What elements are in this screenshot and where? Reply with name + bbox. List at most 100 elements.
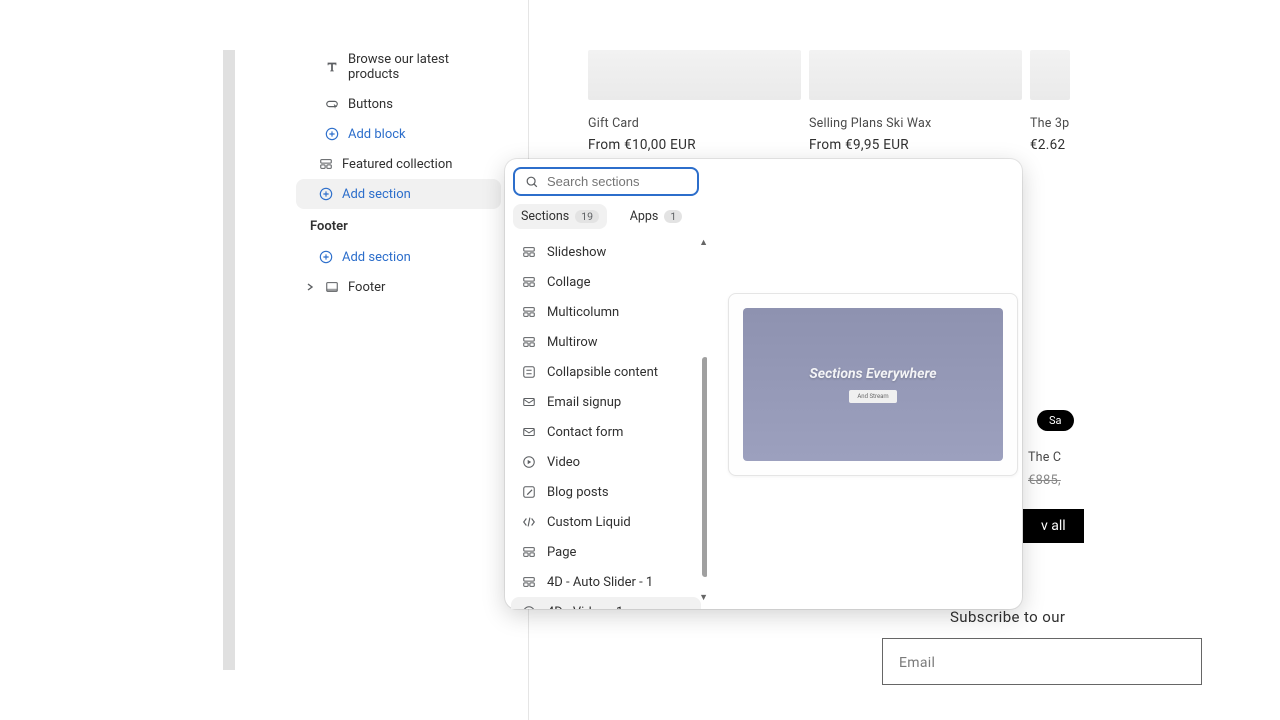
- tab-label: Apps: [630, 209, 659, 224]
- section-item-label: Custom Liquid: [547, 515, 631, 530]
- section-item-label: 4D - Video - 1: [547, 605, 623, 610]
- subscribe-heading: Subscribe to our: [950, 608, 1065, 626]
- section-item[interactable]: Collage: [511, 267, 701, 297]
- layout-icon: [521, 334, 537, 350]
- section-item[interactable]: 4D - Video - 1: [511, 597, 701, 609]
- product-title: Selling Plans Ski Wax: [809, 116, 1022, 131]
- section-item-label: Multicolumn: [547, 305, 619, 320]
- sidebar-label: Featured collection: [342, 157, 452, 172]
- section-item-label: Contact form: [547, 425, 623, 440]
- section-item[interactable]: Video: [511, 447, 701, 477]
- sale-badge: Sa: [1037, 410, 1074, 431]
- play-icon: [521, 604, 537, 609]
- popup-left-panel: Sections 19 Apps 1 ▲ Slideshow Collage Mul…: [505, 159, 708, 609]
- search-box[interactable]: [513, 167, 699, 196]
- product-card-row: Gift Card From €10,00 EUR Selling Plans …: [588, 50, 1070, 153]
- sidebar-item-buttons[interactable]: Buttons: [296, 89, 501, 119]
- section-list: ▲ Slideshow Collage Multicolumn Multirow Col…: [505, 237, 707, 609]
- section-item[interactable]: Email signup: [511, 387, 701, 417]
- footer-icon: [324, 279, 340, 295]
- search-icon: [525, 175, 539, 189]
- plus-circle-icon: [318, 186, 334, 202]
- product-title: The 3p: [1030, 116, 1070, 131]
- popup-tabs: Sections 19 Apps 1: [505, 204, 707, 237]
- tab-count: 19: [575, 210, 599, 223]
- section-item-label: Video: [547, 455, 580, 470]
- product-card[interactable]: Gift Card From €10,00 EUR: [588, 50, 801, 153]
- sidebar-item-browse[interactable]: Browse our latest products: [296, 45, 501, 89]
- layout-icon: [521, 274, 537, 290]
- sidebar-label: Buttons: [348, 97, 393, 112]
- section-item[interactable]: Page: [511, 537, 701, 567]
- section-item-label: Blog posts: [547, 485, 609, 500]
- layout-icon: [521, 544, 537, 560]
- sidebar-footer-add-section[interactable]: Add section: [296, 242, 501, 272]
- section-item[interactable]: Blog posts: [511, 477, 701, 507]
- sidebar-item-footer[interactable]: Footer: [296, 272, 501, 302]
- tab-apps[interactable]: Apps 1: [613, 204, 699, 229]
- editor-gutter: [223, 50, 235, 670]
- preview-title: Sections Everywhere: [809, 366, 936, 382]
- code-icon: [521, 514, 537, 530]
- layout-icon: [521, 304, 537, 320]
- section-item-label: Slideshow: [547, 245, 606, 260]
- button-icon: [324, 96, 340, 112]
- section-item[interactable]: 4D - Auto Slider - 1: [511, 567, 701, 597]
- sidebar-footer-heading: Footer: [296, 209, 501, 242]
- scrollbar-thumb[interactable]: [702, 357, 707, 577]
- section-item[interactable]: Multicolumn: [511, 297, 701, 327]
- layout-icon: [521, 244, 537, 260]
- mail-icon: [521, 394, 537, 410]
- scrollbar[interactable]: [702, 357, 707, 609]
- section-item[interactable]: Collapsible content: [511, 357, 701, 387]
- sidebar-add-block[interactable]: Add block: [296, 119, 501, 149]
- plus-circle-icon: [318, 249, 334, 265]
- section-item-label: Email signup: [547, 395, 621, 410]
- tab-count: 1: [664, 210, 682, 223]
- sidebar-item-featured-collection[interactable]: Featured collection: [296, 149, 501, 179]
- tab-sections[interactable]: Sections 19: [513, 204, 607, 229]
- preview-button: And Stream: [849, 390, 896, 403]
- tab-label: Sections: [521, 209, 569, 224]
- section-item[interactable]: Custom Liquid: [511, 507, 701, 537]
- section-item[interactable]: Slideshow: [511, 237, 701, 267]
- play-icon: [521, 454, 537, 470]
- product-title: Gift Card: [588, 116, 801, 131]
- sidebar-label: Browse our latest products: [348, 52, 489, 82]
- section-item-label: Page: [547, 545, 576, 560]
- product-image: [1030, 50, 1070, 100]
- email-placeholder: Email: [899, 655, 935, 671]
- sidebar-label: Add block: [348, 127, 406, 142]
- collapse-icon: [521, 364, 537, 380]
- search-input[interactable]: [547, 174, 723, 189]
- section-item[interactable]: Contact form: [511, 417, 701, 447]
- product-price: €2.62: [1030, 137, 1070, 153]
- sidebar-label: Footer: [348, 280, 385, 295]
- add-section-popup: Sections 19 Apps 1 ▲ Slideshow Collage Mul…: [505, 159, 1022, 609]
- plus-circle-icon: [324, 126, 340, 142]
- section-item-label: Collapsible content: [547, 365, 658, 380]
- section-item[interactable]: Multirow: [511, 327, 701, 357]
- chevron-right-icon: [302, 279, 318, 295]
- layout-icon: [318, 156, 334, 172]
- theme-sidebar: Browse our latest products Buttons Add b…: [296, 45, 501, 302]
- product-card[interactable]: The 3p €2.62: [1030, 50, 1070, 153]
- preview-card: Sections Everywhere And Stream: [728, 293, 1018, 476]
- preview-thumbnail: Sections Everywhere And Stream: [743, 308, 1003, 461]
- text-icon: [324, 59, 340, 75]
- layout-icon: [521, 574, 537, 590]
- email-input[interactable]: Email: [882, 638, 1202, 685]
- product-card[interactable]: Selling Plans Ski Wax From €9,95 EUR: [809, 50, 1022, 153]
- mail-icon: [521, 424, 537, 440]
- product-image: [588, 50, 801, 100]
- sidebar-label: Add section: [342, 250, 411, 265]
- product-image: [809, 50, 1022, 100]
- product-price: From €10,00 EUR: [588, 137, 801, 153]
- scroll-down-icon[interactable]: ▼: [699, 592, 707, 603]
- sidebar-label: Add section: [342, 187, 411, 202]
- sidebar-add-section[interactable]: Add section: [296, 179, 501, 209]
- scroll-up-icon[interactable]: ▲: [699, 237, 707, 248]
- section-item-label: 4D - Auto Slider - 1: [547, 575, 653, 590]
- popup-preview-panel: Sections Everywhere And Stream: [708, 159, 1038, 609]
- section-item-label: Collage: [547, 275, 590, 290]
